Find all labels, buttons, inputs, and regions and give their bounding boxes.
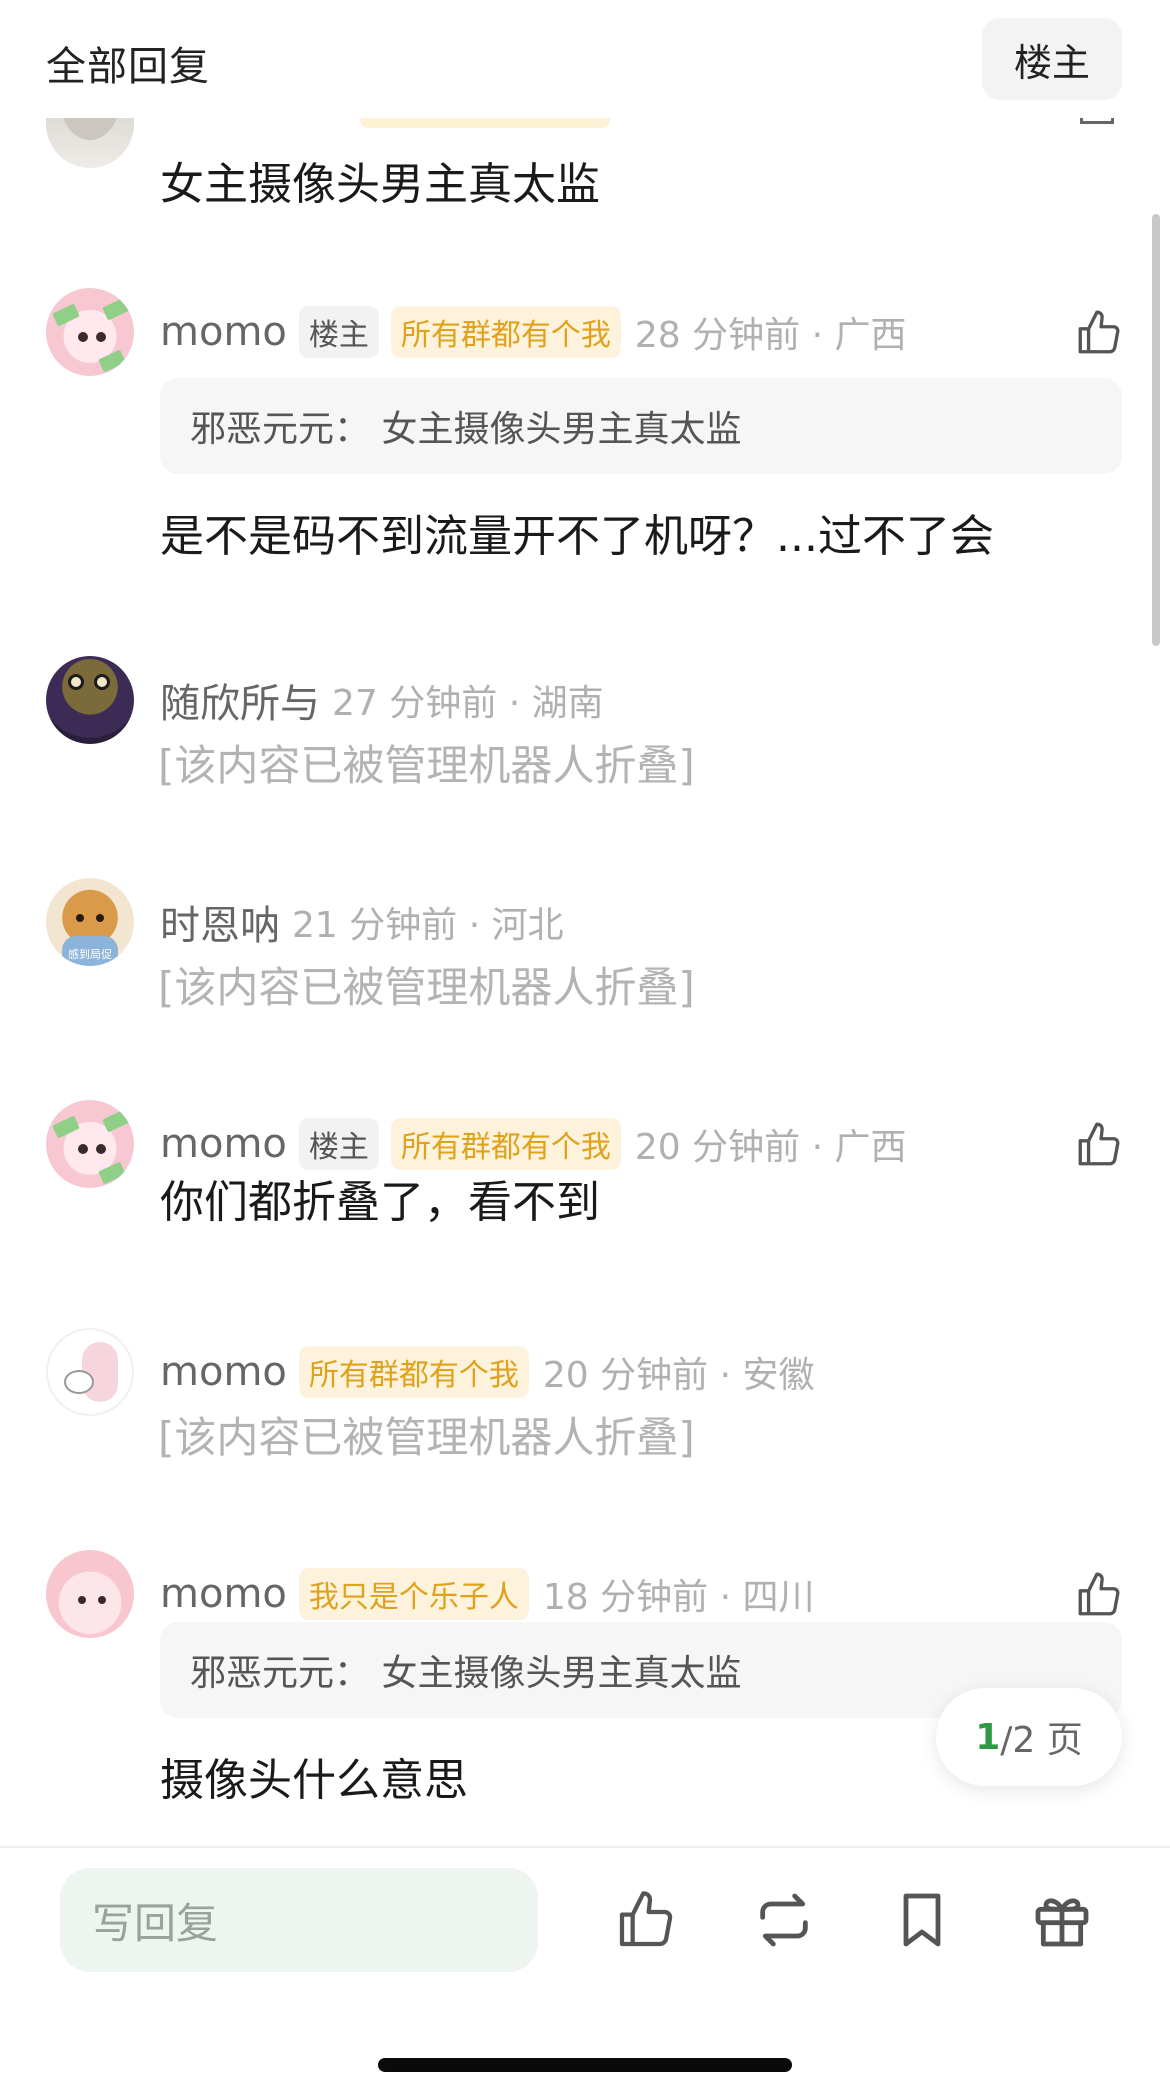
user-tag-badge: 所有群都有个我 — [298, 1346, 529, 1398]
comment-text: 是不是码不到流量开不了机呀？...过不了会 — [160, 511, 994, 562]
like-icon[interactable] — [1074, 1120, 1124, 1170]
header: 全部回复 楼主 — [0, 0, 1170, 118]
comment-time: 20 分钟前 · 广西 — [634, 1127, 907, 1168]
comment-meta: 时恩呐 21 分钟前 · 河北 — [160, 878, 564, 966]
avatar[interactable]: 感到局促 — [46, 878, 134, 966]
divider — [0, 1846, 1170, 1848]
repost-icon[interactable] — [752, 1888, 816, 1952]
comment-text: 摄像头什么意思 — [160, 1755, 468, 1806]
folded-content[interactable]: [该内容已被管理机器人折叠] — [158, 954, 695, 1015]
gift-icon[interactable] — [1030, 1888, 1094, 1952]
avatar[interactable] — [46, 1100, 134, 1188]
folded-content[interactable]: [该内容已被管理机器人折叠] — [158, 1404, 695, 1465]
comment-text: 你们都折叠了，看不到 — [160, 1177, 600, 1228]
username[interactable]: momo — [160, 1349, 287, 1395]
avatar[interactable] — [46, 1328, 134, 1416]
home-indicator[interactable] — [378, 2058, 792, 2072]
avatar[interactable] — [46, 656, 134, 744]
username[interactable]: 时恩呐 — [160, 893, 280, 951]
user-tag-badge: 我只是个乐子人 — [298, 1568, 529, 1620]
reply-input[interactable]: 写回复 — [60, 1868, 538, 1972]
host-badge: 楼主 — [298, 1118, 379, 1170]
total-pages: /2 页 — [1000, 1720, 1083, 1761]
comment-time: 20 分钟前 · 安徽 — [542, 1355, 815, 1396]
host-only-button[interactable]: 楼主 — [982, 18, 1122, 100]
quoted-reply[interactable]: 邪恶元元： 女主摄像头男主真太监 — [160, 378, 1122, 474]
like-icon[interactable] — [1074, 1570, 1124, 1620]
username[interactable]: momo — [160, 1121, 287, 1167]
avatar[interactable] — [46, 1550, 134, 1638]
page-indicator[interactable]: 1 /2 页 — [936, 1688, 1122, 1786]
comment-meta: momo 所有群都有个我 20 分钟前 · 安徽 — [160, 1328, 814, 1416]
like-icon[interactable] — [614, 1888, 678, 1952]
comment-time: 27 分钟前 · 湖南 — [332, 683, 604, 724]
avatar-caption: 感到局促 — [68, 948, 112, 961]
comment-text: 女主摄像头男主真太监 — [160, 159, 600, 210]
username[interactable]: momo — [160, 309, 287, 355]
bookmark-icon[interactable] — [890, 1888, 954, 1952]
scrollbar[interactable] — [1152, 214, 1160, 646]
user-tag-badge: 所有群都有个我 — [390, 1118, 621, 1170]
comment-meta: momo 楼主 所有群都有个我 28 分钟前 · 广西 — [160, 288, 906, 376]
folded-content[interactable]: [该内容已被管理机器人折叠] — [158, 732, 695, 793]
like-icon[interactable] — [1074, 308, 1124, 358]
comment-time: 28 分钟前 · 广西 — [634, 315, 907, 356]
username[interactable]: momo — [160, 1571, 287, 1617]
username[interactable]: 随欣所与 — [160, 671, 320, 729]
comment-meta: 随欣所与 27 分钟前 · 湖南 — [160, 656, 604, 744]
comment-time: 18 分钟前 · 四川 — [542, 1577, 815, 1618]
page-title: 全部回复 — [46, 44, 210, 90]
avatar[interactable] — [46, 288, 134, 376]
user-tag-badge: 所有群都有个我 — [390, 306, 621, 358]
comment-time: 21 分钟前 · 河北 — [292, 905, 564, 946]
current-page: 1 — [975, 1716, 1001, 1758]
host-badge: 楼主 — [298, 306, 379, 358]
